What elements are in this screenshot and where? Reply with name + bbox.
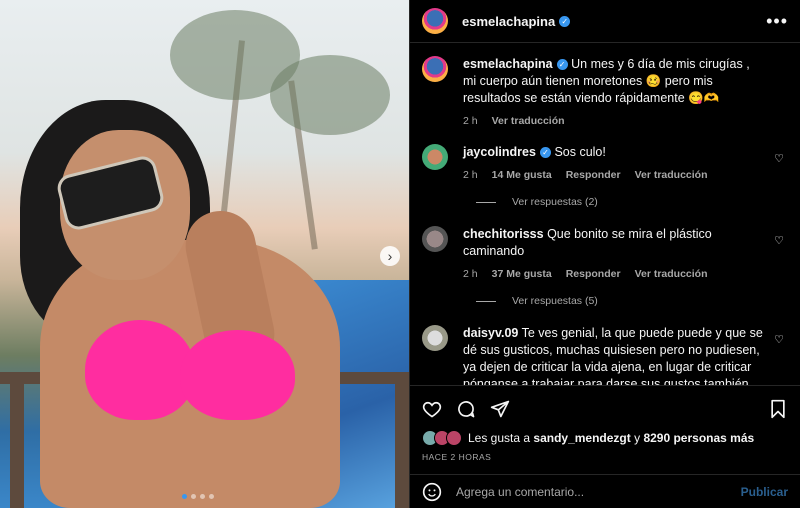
likes-user[interactable]: sandy_mendezgt xyxy=(533,431,630,445)
comment-avatar[interactable] xyxy=(422,144,448,170)
caption-username[interactable]: esmelachapina xyxy=(463,57,553,71)
likes-count[interactable]: 8290 personas más xyxy=(643,431,754,445)
comment-time[interactable]: 2 h xyxy=(463,167,478,184)
next-photo-button[interactable]: › xyxy=(380,246,400,266)
likes-summary: Les gusta a sandy_mendezgt y 8290 person… xyxy=(422,430,788,446)
bookmark-icon[interactable] xyxy=(768,399,788,419)
comment-input[interactable]: Agrega un comentario... xyxy=(456,485,584,499)
verified-icon: ✓ xyxy=(559,15,571,27)
caption-avatar[interactable] xyxy=(422,56,448,82)
view-replies-label[interactable]: Ver respuestas (2) xyxy=(512,196,598,208)
posted-ago[interactable]: HACE 2 HORAS xyxy=(422,452,788,462)
railing-post xyxy=(395,380,409,508)
carousel-dots xyxy=(182,494,214,499)
author-username[interactable]: esmelachapina xyxy=(462,14,555,29)
replies-divider xyxy=(476,201,496,203)
caption-translate-link[interactable]: Ver traducción xyxy=(492,113,565,130)
chevron-right-icon: › xyxy=(387,248,393,264)
view-replies-label[interactable]: Ver respuestas (5) xyxy=(512,295,598,307)
heart-icon[interactable]: ♡ xyxy=(774,333,784,346)
carousel-dot-active xyxy=(182,494,187,499)
comment: daisyv.09 Te ves genial, la que puede pu… xyxy=(422,325,788,385)
likes-mid: y xyxy=(634,431,641,445)
comment-avatar[interactable] xyxy=(422,325,448,351)
more-horizontal-icon[interactable]: ••• xyxy=(766,11,788,32)
carousel-dot xyxy=(209,494,214,499)
heart-icon[interactable] xyxy=(422,399,442,419)
palm-leaves xyxy=(270,55,390,135)
bikini xyxy=(85,320,195,420)
post-side-panel: esmelachapina ✓ ••• esmelachapina ✓ Un me… xyxy=(409,0,800,508)
bikini xyxy=(180,330,295,420)
reply-button[interactable]: Responder xyxy=(566,266,621,283)
view-replies[interactable]: Ver respuestas (2) xyxy=(476,196,788,208)
post-actions: Les gusta a sandy_mendezgt y 8290 person… xyxy=(410,385,800,475)
heart-icon[interactable]: ♡ xyxy=(774,152,784,165)
translate-link[interactable]: Ver traducción xyxy=(635,266,708,283)
comments-list: esmelachapina ✓ Un mes y 6 día de mis cir… xyxy=(410,42,800,385)
replies-divider xyxy=(476,300,496,302)
post-viewer: › esmelachapina ✓ ••• esmelachapina ✓ Un … xyxy=(0,0,800,508)
emoji-icon[interactable] xyxy=(422,482,442,502)
carousel-dot xyxy=(200,494,205,499)
comment-icon[interactable] xyxy=(456,399,476,419)
heart-icon[interactable]: ♡ xyxy=(774,234,784,247)
comment: chechitorisss Que bonito se mira el plás… xyxy=(422,226,788,283)
post-photo[interactable]: › xyxy=(0,0,409,508)
post-comment-button[interactable]: Publicar xyxy=(741,485,788,499)
comment-username[interactable]: jaycolindres xyxy=(463,145,536,159)
action-icons xyxy=(422,396,788,422)
likes-prefix: Les gusta a xyxy=(468,431,531,445)
share-icon[interactable] xyxy=(490,399,510,419)
author-avatar[interactable] xyxy=(422,8,448,34)
comment-avatar[interactable] xyxy=(422,226,448,252)
comment-likes[interactable]: 37 Me gusta xyxy=(492,266,552,283)
comment-username[interactable]: daisyv.09 xyxy=(463,326,518,340)
comment-text: Sos culo! xyxy=(554,145,606,159)
comment-likes[interactable]: 14 Me gusta xyxy=(492,167,552,184)
comment: jaycolindres ✓ Sos culo! 2 h 14 Me gusta … xyxy=(422,144,788,184)
view-replies[interactable]: Ver respuestas (5) xyxy=(476,295,788,307)
post-header: esmelachapina ✓ ••• xyxy=(410,0,800,43)
translate-link[interactable]: Ver traducción xyxy=(635,167,708,184)
carousel-dot xyxy=(191,494,196,499)
railing-post xyxy=(10,380,24,508)
liker-avatars[interactable] xyxy=(422,430,462,446)
comment-time[interactable]: 2 h xyxy=(463,266,478,283)
reply-button[interactable]: Responder xyxy=(566,167,621,184)
comment-composer: Agrega un comentario... Publicar xyxy=(410,474,800,508)
verified-icon: ✓ xyxy=(539,147,551,158)
comment-username[interactable]: chechitorisss xyxy=(463,227,544,241)
verified-icon: ✓ xyxy=(556,59,568,70)
caption: esmelachapina ✓ Un mes y 6 día de mis cir… xyxy=(422,56,788,130)
caption-time[interactable]: 2 h xyxy=(463,113,478,130)
